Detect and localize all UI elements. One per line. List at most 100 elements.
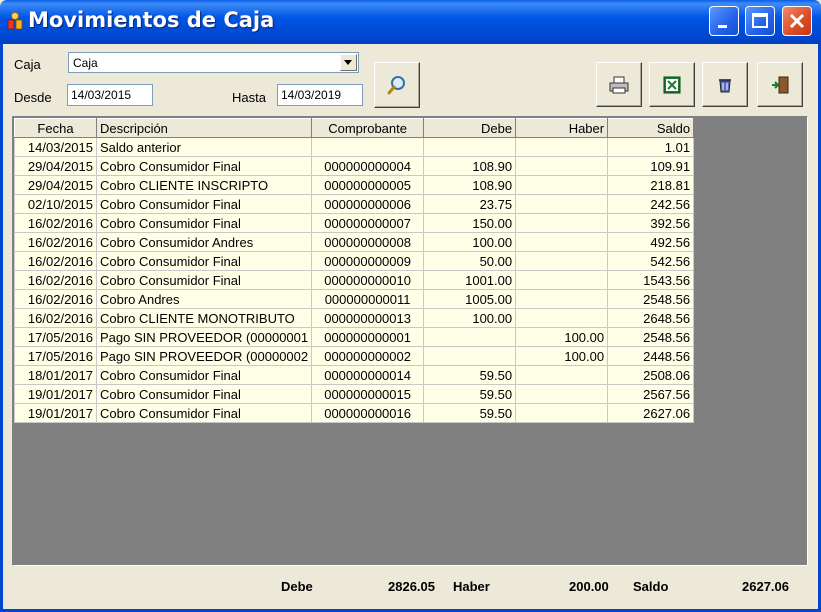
cell-debe <box>423 346 517 366</box>
clear-button[interactable] <box>702 62 748 107</box>
cell-haber <box>515 175 609 195</box>
exit-door-icon <box>772 76 789 93</box>
cell-saldo: 218.81 <box>607 175 695 195</box>
cell-comprobante: 000000000013 <box>311 308 425 328</box>
table-row[interactable]: 19/01/2017 Cobro Consumidor Final 00000000… <box>14 403 695 423</box>
table-row[interactable]: 16/02/2016 Cobro Consumidor Final 00000000… <box>14 213 695 233</box>
cell-debe <box>423 327 517 347</box>
caja-select[interactable]: Caja <box>68 52 359 73</box>
desde-date-input[interactable]: 14/03/2015 <box>67 84 153 106</box>
cell-descripcion: Cobro Consumidor Final <box>95 213 313 233</box>
cell-saldo: 2627.06 <box>607 403 695 423</box>
cell-descripcion: Cobro Consumidor Final <box>95 384 313 404</box>
cell-debe: 50.00 <box>423 251 517 271</box>
cell-saldo: 542.56 <box>607 251 695 271</box>
column-header-comprobante[interactable]: Comprobante <box>311 118 425 138</box>
cell-debe: 23.75 <box>423 194 517 214</box>
cell-comprobante: 000000000007 <box>311 213 425 233</box>
total-haber-value: 200.00 <box>569 579 609 594</box>
chevron-down-icon <box>344 60 352 65</box>
cell-fecha: 16/02/2016 <box>14 213 97 233</box>
cell-haber: 100.00 <box>515 346 609 366</box>
hasta-date-input[interactable]: 14/03/2019 <box>277 84 363 106</box>
cell-fecha: 29/04/2015 <box>14 156 97 176</box>
cell-debe: 108.90 <box>423 175 517 195</box>
cell-fecha: 02/10/2015 <box>14 194 97 214</box>
search-button[interactable] <box>374 62 420 108</box>
cell-fecha: 16/02/2016 <box>14 251 97 271</box>
table-row[interactable]: 16/02/2016 Cobro CLIENTE MONOTRIBUTO 00000… <box>14 308 695 328</box>
table-row[interactable]: 14/03/2015 Saldo anterior 1.01 <box>14 137 695 157</box>
cell-debe: 108.90 <box>423 156 517 176</box>
cell-haber <box>515 213 609 233</box>
cell-descripcion: Cobro Consumidor Final <box>95 403 313 423</box>
cell-fecha: 16/02/2016 <box>14 270 97 290</box>
cell-fecha: 17/05/2016 <box>14 327 97 347</box>
cell-saldo: 392.56 <box>607 213 695 233</box>
table-row[interactable]: 17/05/2016 Pago SIN PROVEEDOR (00000001 00… <box>14 327 695 347</box>
cell-descripcion: Cobro Consumidor Final <box>95 365 313 385</box>
caja-select-value: Caja <box>73 56 98 70</box>
cell-haber <box>515 270 609 290</box>
cell-haber <box>515 194 609 214</box>
cell-fecha: 16/02/2016 <box>14 289 97 309</box>
exit-button[interactable] <box>757 62 803 107</box>
cell-saldo: 2448.56 <box>607 346 695 366</box>
cell-descripcion: Cobro CLIENTE INSCRIPTO <box>95 175 313 195</box>
table-row[interactable]: 16/02/2016 Cobro Consumidor Final 00000000… <box>14 270 695 290</box>
table-row[interactable]: 16/02/2016 Cobro Consumidor Final 00000000… <box>14 251 695 271</box>
maximize-button[interactable] <box>745 6 775 36</box>
cell-fecha: 29/04/2015 <box>14 175 97 195</box>
cell-haber <box>515 137 609 157</box>
cell-haber <box>515 232 609 252</box>
column-header-descripcion[interactable]: Descripción <box>95 118 313 138</box>
cell-debe: 59.50 <box>423 365 517 385</box>
column-header-haber[interactable]: Haber <box>515 118 609 138</box>
table-row[interactable]: 29/04/2015 Cobro Consumidor Final 00000000… <box>14 156 695 176</box>
cell-saldo: 109.91 <box>607 156 695 176</box>
table-row[interactable]: 18/01/2017 Cobro Consumidor Final 00000000… <box>14 365 695 385</box>
close-button[interactable] <box>782 6 812 36</box>
cell-comprobante: 000000000014 <box>311 365 425 385</box>
app-icon <box>7 12 23 30</box>
column-header-saldo[interactable]: Saldo <box>607 118 695 138</box>
cell-comprobante: 000000000009 <box>311 251 425 271</box>
cell-haber: 100.00 <box>515 327 609 347</box>
printer-icon <box>609 76 629 93</box>
cell-haber <box>515 384 609 404</box>
cell-comprobante: 000000000004 <box>311 156 425 176</box>
print-button[interactable] <box>596 62 642 107</box>
table-row[interactable]: 16/02/2016 Cobro Andres 000000000011 1005.0… <box>14 289 695 309</box>
cell-descripcion: Cobro Consumidor Andres <box>95 232 313 252</box>
cell-comprobante: 000000000010 <box>311 270 425 290</box>
table-row[interactable]: 17/05/2016 Pago SIN PROVEEDOR (00000002 00… <box>14 346 695 366</box>
cell-descripcion: Cobro Consumidor Final <box>95 194 313 214</box>
table-row[interactable]: 16/02/2016 Cobro Consumidor Andres 0000000… <box>14 232 695 252</box>
excel-export-button[interactable] <box>649 62 695 107</box>
cell-fecha: 16/02/2016 <box>14 232 97 252</box>
column-header-debe[interactable]: Debe <box>423 118 517 138</box>
cell-haber <box>515 365 609 385</box>
table-row[interactable]: 29/04/2015 Cobro CLIENTE INSCRIPTO 0000000… <box>14 175 695 195</box>
cell-saldo: 2508.06 <box>607 365 695 385</box>
dropdown-button[interactable] <box>340 54 357 71</box>
cell-descripcion: Pago SIN PROVEEDOR (00000002 <box>95 346 313 366</box>
cell-debe: 59.50 <box>423 384 517 404</box>
cell-haber <box>515 156 609 176</box>
movements-grid[interactable]: Fecha Descripción Comprobante Debe Haber… <box>12 116 808 566</box>
minimize-button[interactable] <box>709 6 739 36</box>
cell-fecha: 19/01/2017 <box>14 403 97 423</box>
column-header-fecha[interactable]: Fecha <box>14 118 97 138</box>
hasta-label: Hasta <box>232 90 266 105</box>
close-icon <box>789 13 805 29</box>
cell-saldo: 2548.56 <box>607 289 695 309</box>
cell-saldo: 2548.56 <box>607 327 695 347</box>
title-bar[interactable]: Movimientos de Caja <box>0 0 821 44</box>
desde-label: Desde <box>14 90 52 105</box>
table-row[interactable]: 19/01/2017 Cobro Consumidor Final 00000000… <box>14 384 695 404</box>
cell-debe: 100.00 <box>423 232 517 252</box>
magnifier-icon <box>387 76 405 95</box>
cell-haber <box>515 308 609 328</box>
table-row[interactable]: 02/10/2015 Cobro Consumidor Final 00000000… <box>14 194 695 214</box>
cell-saldo: 2648.56 <box>607 308 695 328</box>
